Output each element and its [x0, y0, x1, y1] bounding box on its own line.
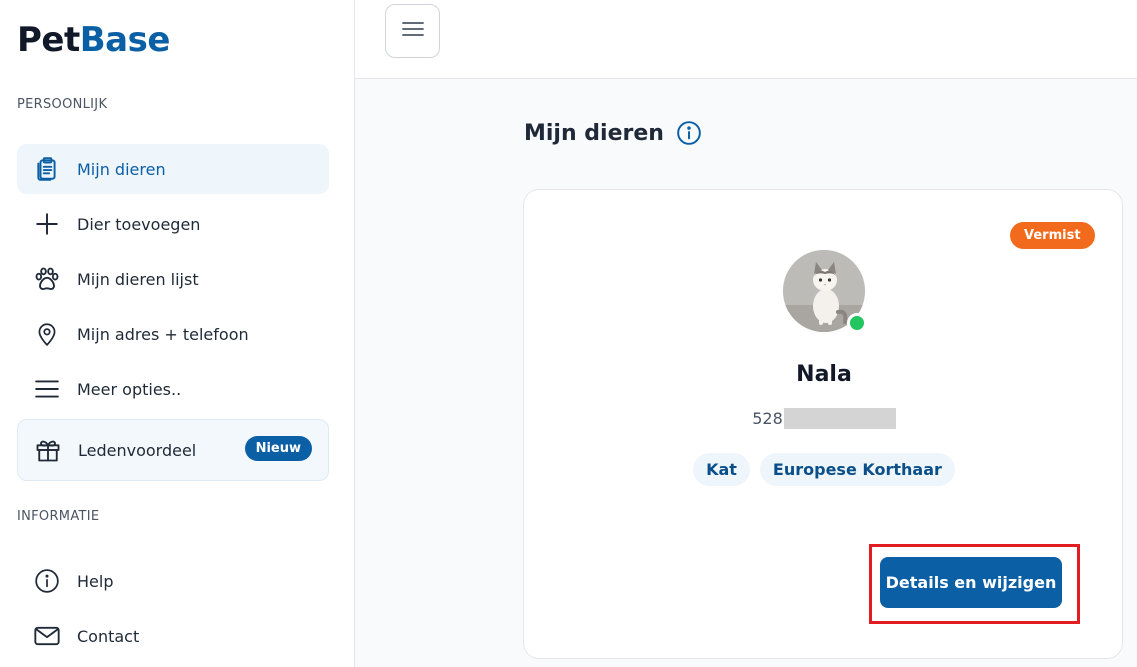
- info-circle-icon: [32, 566, 62, 596]
- plus-icon: [32, 209, 62, 239]
- location-pin-icon: [32, 319, 62, 349]
- top-bar: [355, 0, 1137, 79]
- gift-icon: [33, 435, 63, 465]
- chip-number-prefix: 528: [752, 409, 783, 428]
- sidebar-item-contact[interactable]: Contact: [17, 611, 329, 661]
- sidebar-item-ledenvoordeel[interactable]: Ledenvoordeel Nieuw: [17, 419, 329, 481]
- sidebar-item-label: Meer opties..: [77, 379, 182, 399]
- sidebar-item-label: Dier toevoegen: [77, 214, 201, 234]
- mail-icon: [32, 621, 62, 651]
- petbase-logo[interactable]: PetBase: [17, 20, 170, 60]
- sidebar-item-label: Ledenvoordeel: [78, 440, 197, 460]
- sidebar-item-label: Mijn dieren: [77, 159, 166, 179]
- sidebar-item-dier-toevoegen[interactable]: Dier toevoegen: [17, 199, 329, 249]
- status-badge: Vermist: [1010, 222, 1095, 249]
- hamburger-icon: [401, 17, 425, 45]
- menu-toggle-button[interactable]: [385, 4, 440, 58]
- pet-tags: Kat Europese Korthaar: [524, 453, 1124, 486]
- logo-text-part2: Base: [79, 20, 171, 60]
- page-title-text: Mijn dieren: [524, 120, 664, 146]
- hamburger-icon: [32, 374, 62, 404]
- sidebar-item-label: Mijn adres + telefoon: [77, 324, 249, 344]
- clipboard-icon: [32, 154, 62, 184]
- tag-breed: Europese Korthaar: [759, 453, 955, 486]
- sidebar-item-label: Help: [77, 571, 114, 591]
- sidebar: PetBase PERSOONLIJK Mijn dieren Dier toe…: [0, 0, 355, 667]
- sidebar-item-meer-opties[interactable]: Meer opties..: [17, 364, 329, 414]
- logo-text-part1: Pet: [17, 20, 80, 60]
- new-badge: Nieuw: [244, 436, 312, 461]
- sidebar-item-adres-telefoon[interactable]: Mijn adres + telefoon: [17, 309, 329, 359]
- section-title-personal: PERSOONLIJK: [17, 97, 108, 112]
- pet-name: Nala: [796, 362, 852, 387]
- tag-species: Kat: [693, 453, 750, 486]
- redacted-chip-number: [783, 408, 896, 429]
- chip-number: 528: [524, 408, 1124, 429]
- page-title: Mijn dieren: [524, 120, 702, 146]
- section-title-info: INFORMATIE: [17, 509, 100, 524]
- sidebar-item-label: Contact: [77, 626, 140, 646]
- online-status-dot: [847, 313, 867, 333]
- details-edit-button[interactable]: Details en wijzigen: [880, 557, 1062, 608]
- pet-card: Vermist Nala 528 Kat Europese Korthaar D…: [523, 189, 1123, 659]
- sidebar-item-mijn-dieren[interactable]: Mijn dieren: [17, 144, 329, 194]
- paw-icon: [32, 264, 62, 294]
- sidebar-item-label: Mijn dieren lijst: [77, 269, 199, 289]
- sidebar-item-mijn-dieren-lijst[interactable]: Mijn dieren lijst: [17, 254, 329, 304]
- info-icon[interactable]: [676, 120, 702, 146]
- sidebar-item-help[interactable]: Help: [17, 556, 329, 606]
